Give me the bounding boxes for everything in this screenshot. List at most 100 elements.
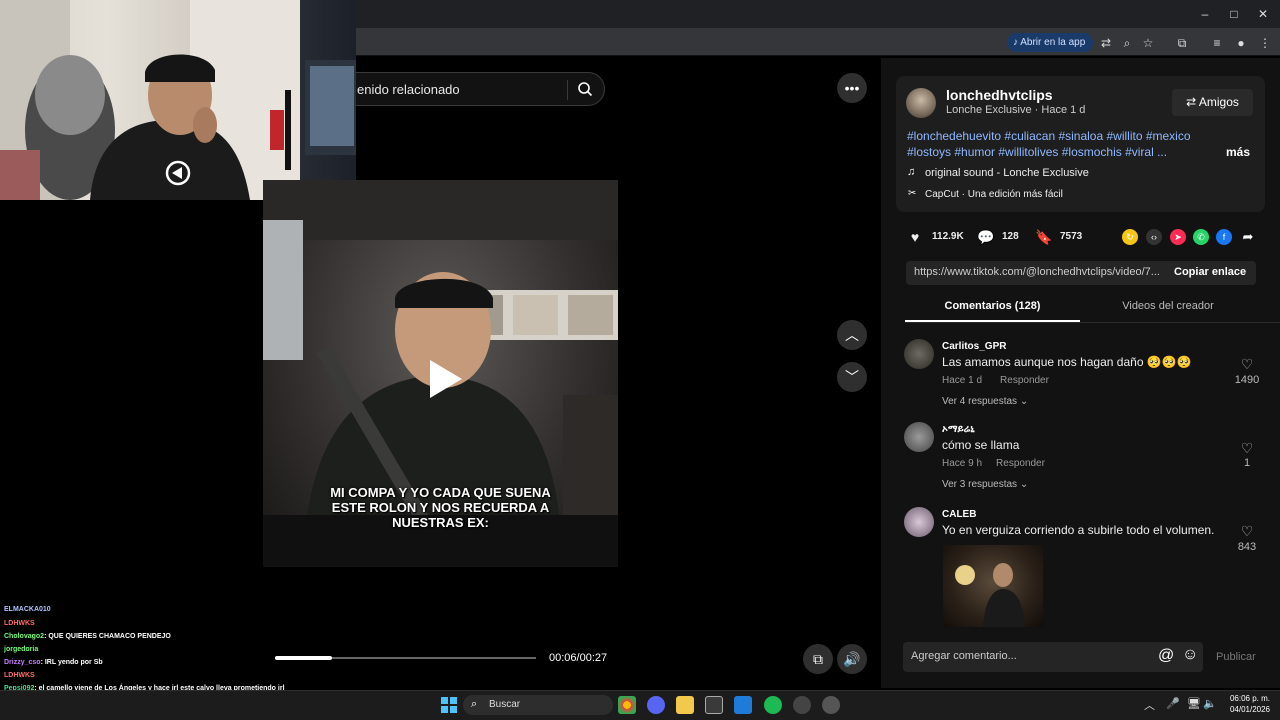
friends-label: Amigos (1198, 95, 1239, 109)
extensions-icon[interactable]: ⧉ (1173, 34, 1191, 52)
discord-icon[interactable] (647, 696, 665, 714)
chat-text: : QUE QUIERES CHAMACO PENDEJO (44, 633, 171, 640)
view-replies-link[interactable]: Ver 4 respuestas ⌄ (942, 396, 1028, 407)
facebook-icon[interactable]: f (1216, 229, 1232, 245)
reply-button[interactable]: Responder (996, 458, 1045, 469)
tray-chevron-icon[interactable]: ︿ (1144, 697, 1155, 713)
profile-avatar-icon[interactable]: ● (1232, 34, 1250, 52)
search-input[interactable]: enido relacionado (357, 82, 460, 97)
capcut-link[interactable]: CapCut · Una edición más fácil (925, 189, 1063, 200)
streamer-webcam-image (0, 0, 356, 200)
comment-time: Hace 1 d (942, 375, 983, 386)
comment-count: 128 (1002, 231, 1019, 242)
obs-icon[interactable] (793, 696, 811, 714)
speaker-icon[interactable]: 🔈 (1203, 697, 1217, 710)
taskbar-search-label: Buscar (489, 699, 521, 710)
comment-like-heart-icon[interactable]: ♡ (1238, 440, 1256, 457)
translate-icon[interactable]: ⇄ (1097, 34, 1115, 52)
search-divider (567, 80, 568, 100)
publish-button[interactable]: Publicar (1216, 651, 1256, 663)
bookmark-icon[interactable]: 🔖 (1035, 228, 1053, 246)
chat-message: Drizzy_cso: IRL yendo por Sb (4, 659, 103, 666)
chrome-icon[interactable] (618, 696, 636, 714)
more-options-button[interactable]: ••• (837, 73, 867, 103)
play-icon[interactable] (420, 354, 470, 404)
comment-text: cómo se llama (942, 438, 1020, 452)
bookmark-star-icon[interactable]: ☆ (1139, 34, 1157, 52)
comment-like-count: 1490 (1234, 374, 1260, 386)
emoji-icon[interactable]: ☺ (1182, 646, 1198, 664)
chat-message: LDHWKS (4, 672, 35, 679)
comment-text: Yo en verguiza corriendo a subirle todo … (942, 523, 1215, 537)
whatsapp-icon[interactable]: ✆ (1193, 229, 1209, 245)
hashtags-line[interactable]: #lostoys #humor #willitolives #losmochis… (907, 145, 1167, 159)
video-progress-fill (275, 656, 332, 660)
comment-meta: Hace 9 h Responder (942, 458, 1045, 469)
chat-username[interactable]: LDHWKS (4, 672, 35, 679)
browser-menu-icon[interactable]: ⋮ (1256, 34, 1274, 52)
chat-username[interactable]: LDHWKS (4, 620, 35, 627)
next-video-button[interactable]: ﹀ (837, 362, 867, 392)
comment-username[interactable]: CALEB (942, 509, 976, 520)
sound-link[interactable]: original sound - Lonche Exclusive (925, 167, 1089, 179)
taskbar-search[interactable]: ⌕ Buscar (463, 695, 613, 715)
avatar[interactable] (904, 507, 934, 537)
creator-avatar[interactable] (906, 88, 936, 118)
chat-username[interactable]: ELMACKA010 (4, 606, 51, 613)
friends-button[interactable]: ⇄ Amigos (1172, 89, 1253, 116)
video-player[interactable]: MI COMPA Y YO CADA QUE SUENA ESTE ROLON … (263, 180, 618, 567)
spotify-icon[interactable] (764, 696, 782, 714)
share-arrow-icon[interactable]: ➦ (1240, 229, 1256, 245)
view-replies-link[interactable]: Ver 3 respuestas ⌄ (942, 479, 1028, 490)
network-icon[interactable]: 🖥 (1187, 697, 1201, 710)
mail-icon[interactable] (734, 696, 752, 714)
minimize-button[interactable]: – (1190, 4, 1220, 24)
chat-username[interactable]: Drizzy_cso (4, 659, 41, 666)
maximize-button[interactable]: □ (1219, 4, 1249, 24)
zoom-icon[interactable]: ⌕ (1118, 34, 1136, 52)
microphone-icon[interactable]: 🎤 (1166, 697, 1180, 710)
system-clock[interactable]: 06:06 p. m. 04/01/2026 (1222, 693, 1270, 715)
windows-start-icon[interactable] (440, 696, 458, 714)
like-heart-icon[interactable]: ♥ (906, 228, 924, 246)
mention-icon[interactable]: @ (1158, 647, 1174, 665)
see-more-link[interactable]: más (1226, 145, 1250, 159)
comment-like-count: 843 (1237, 541, 1257, 553)
embed-icon[interactable]: ‹› (1146, 229, 1162, 245)
comment-bubble-icon[interactable]: 💬 (977, 228, 995, 246)
floating-player-button[interactable]: ⧉ (803, 644, 833, 674)
previous-video-button[interactable]: ︿ (837, 320, 867, 350)
volume-button[interactable]: 🔊 (837, 644, 867, 674)
search-icon[interactable] (577, 81, 593, 97)
reply-button[interactable]: Responder (1000, 375, 1049, 386)
repost-icon[interactable]: ↻ (1122, 229, 1138, 245)
share-url[interactable]: https://www.tiktok.com/@lonchedhvtclips/… (914, 266, 1160, 278)
tab-divider (905, 322, 1280, 323)
file-explorer-icon[interactable] (676, 696, 694, 714)
store-icon[interactable] (705, 696, 723, 714)
comment-input[interactable]: Agregar comentario... @ ☺ (903, 642, 1203, 672)
creator-username[interactable]: lonchedhvtclips (946, 87, 1053, 103)
caption-line: MI COMPA Y YO CADA QUE SUENA (330, 485, 551, 500)
search-bar[interactable]: enido relacionado (326, 72, 605, 106)
open-in-app-button[interactable]: ♪ Abrir en la app (1007, 33, 1094, 52)
app-icon[interactable] (822, 696, 840, 714)
copy-link-button[interactable]: Copiar enlace (1174, 266, 1246, 278)
reading-list-icon[interactable]: ≡ (1208, 34, 1226, 52)
comment-gif-image[interactable] (943, 545, 1043, 627)
comment-like-heart-icon[interactable]: ♡ (1238, 523, 1256, 540)
swap-icon: ⇄ (1186, 95, 1199, 109)
chat-username[interactable]: Cholovago2 (4, 633, 44, 640)
send-to-friends-icon[interactable]: ➤ (1170, 229, 1186, 245)
comment-like-heart-icon[interactable]: ♡ (1238, 356, 1256, 373)
hashtags-line[interactable]: #lonchedehuevito #culiacan #sinaloa #wil… (907, 129, 1191, 143)
volume-icon: 🔊 (843, 651, 861, 667)
comment-username[interactable]: Carlitos_GPR (942, 341, 1006, 352)
tab-creator-videos[interactable]: Videos del creador (1083, 300, 1253, 312)
avatar[interactable] (904, 422, 934, 452)
comment-username[interactable]: ኦማይሬኒ (942, 424, 975, 435)
avatar[interactable] (904, 339, 934, 369)
chat-username[interactable]: jorgedoria (4, 646, 38, 653)
tab-comments[interactable]: Comentarios (128) (905, 300, 1080, 312)
close-button[interactable]: ✕ (1248, 4, 1278, 24)
